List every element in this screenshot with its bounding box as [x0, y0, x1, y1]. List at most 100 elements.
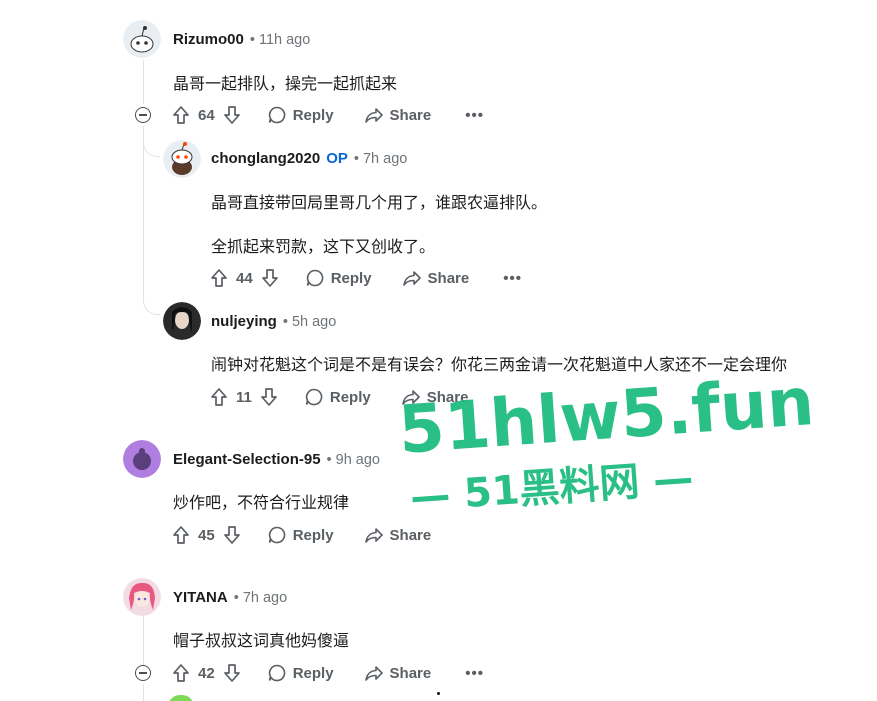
vote-count: 64	[198, 106, 215, 124]
thread-line	[143, 684, 144, 701]
comment-actions: 44 Reply Share •••	[210, 266, 522, 290]
upvote-arrow-icon	[173, 664, 189, 682]
share-button[interactable]: Share	[364, 105, 432, 125]
user-photo-avatar-icon	[163, 302, 201, 340]
share-label: Share	[389, 664, 432, 682]
timestamp[interactable]: • 7h ago	[234, 590, 287, 606]
share-button[interactable]: Share	[364, 525, 432, 545]
share-arrow-icon	[364, 108, 383, 123]
downvote-arrow-icon	[223, 106, 240, 124]
vote-count: 45	[198, 526, 215, 544]
comment-body: 闹钟对花魁这个词是不是有误会？你花三两金请一次花魁道中人家还不一定会理你	[211, 357, 788, 374]
comment-body: 炒作吧，不符合行业规律	[173, 495, 350, 512]
thread-elbow	[143, 140, 160, 157]
reply-button[interactable]: Reply	[304, 387, 371, 407]
comment-bubble-icon	[305, 388, 323, 406]
timestamp[interactable]: • 9h ago	[327, 452, 380, 468]
share-arrow-icon	[401, 390, 420, 405]
downvote-button[interactable]	[223, 525, 241, 545]
avatar[interactable]	[123, 578, 161, 616]
snoo-avatar-icon	[123, 20, 161, 58]
collapse-thread-button[interactable]	[135, 665, 151, 681]
reply-label: Reply	[330, 269, 372, 287]
reply-button[interactable]: Reply	[305, 268, 372, 288]
comment-bubble-icon	[268, 664, 285, 682]
upvote-arrow-icon	[211, 269, 227, 287]
upvote-button[interactable]	[172, 525, 190, 545]
avatar[interactable]	[123, 20, 161, 58]
reply-label: Reply	[292, 526, 334, 544]
share-label: Share	[389, 526, 432, 544]
reply-label: Reply	[292, 664, 334, 682]
reply-label: Reply	[292, 106, 334, 124]
avatar[interactable]	[163, 140, 201, 178]
more-options-button[interactable]: •••	[503, 270, 522, 287]
share-label: Share	[389, 106, 432, 124]
vote-count: 44	[236, 269, 253, 287]
comment-body: 帽子叔叔这词真他妈傻逼	[173, 633, 350, 650]
share-label: Share	[427, 269, 470, 287]
comment-actions: 11 Reply Share	[210, 385, 468, 409]
timestamp[interactable]: • 7h ago	[354, 151, 407, 167]
share-button[interactable]: Share	[364, 663, 432, 683]
comment-author-line: Rizumo00 • 11h ago	[173, 31, 310, 48]
comment-actions: 45 Reply Share	[172, 523, 431, 547]
share-arrow-icon	[402, 271, 421, 286]
share-label: Share	[426, 388, 469, 406]
comment-bubble-icon	[268, 106, 285, 124]
upvote-button[interactable]	[210, 387, 228, 407]
share-button[interactable]: Share	[402, 268, 470, 288]
downvote-button[interactable]	[261, 268, 279, 288]
share-button[interactable]: Share	[401, 387, 469, 407]
avatar[interactable]	[163, 302, 201, 340]
comment-body: 晶哥一起排队，操完一起抓起来	[173, 76, 398, 93]
page-indicator-dot	[437, 692, 440, 695]
comment-thread: Rizumo00 • 11h ago 晶哥一起排队，操完一起抓起来 64 Repl…	[0, 0, 877, 701]
collapse-thread-button[interactable]	[135, 107, 151, 123]
upvote-arrow-icon	[173, 106, 189, 124]
reply-button[interactable]: Reply	[267, 525, 334, 545]
downvote-arrow-icon	[261, 269, 278, 287]
reply-button[interactable]: Reply	[267, 663, 334, 683]
avatar[interactable]	[123, 440, 161, 478]
thread-line	[143, 126, 144, 298]
share-arrow-icon	[364, 528, 383, 543]
vote-count: 42	[198, 664, 215, 682]
downvote-button[interactable]	[223, 105, 241, 125]
upvote-button[interactable]	[172, 105, 190, 125]
timestamp[interactable]: • 5h ago	[283, 314, 336, 330]
comment-author-line: Elegant-Selection-95 • 9h ago	[173, 451, 380, 468]
upvote-button[interactable]	[172, 663, 190, 683]
watermark-domain: 51hlw5.fun	[396, 362, 817, 469]
next-avatar-partial	[168, 695, 194, 701]
more-options-button[interactable]: •••	[465, 107, 484, 124]
upvote-button[interactable]	[210, 268, 228, 288]
more-options-button[interactable]: •••	[465, 665, 484, 682]
thread-line	[143, 60, 144, 104]
user-photo-avatar-icon	[123, 578, 161, 616]
comment-author-line: nuljeying • 5h ago	[211, 313, 336, 330]
author-name[interactable]: YITANA	[173, 589, 228, 606]
downvote-button[interactable]	[260, 387, 278, 407]
vote-count: 11	[236, 388, 252, 406]
watermark-site-name: — 51黑料网 —	[408, 455, 695, 521]
author-name[interactable]: nuljeying	[211, 313, 277, 330]
author-name[interactable]: Rizumo00	[173, 31, 244, 48]
author-name[interactable]: Elegant-Selection-95	[173, 451, 321, 468]
upvote-arrow-icon	[173, 526, 189, 544]
author-name[interactable]: chonglang2020	[211, 150, 320, 167]
comment-body: 全抓起来罚款，这下又创收了。	[211, 239, 436, 256]
comment-author-line: YITANA • 7h ago	[173, 589, 287, 606]
comment-bubble-icon	[306, 269, 323, 287]
comment-actions: 42 Reply Share •••	[172, 661, 484, 685]
snoo-avatar-icon	[123, 440, 161, 478]
thread-elbow	[143, 298, 160, 315]
reply-button[interactable]: Reply	[267, 105, 334, 125]
op-badge: OP	[326, 150, 348, 167]
downvote-arrow-icon	[223, 664, 240, 682]
comment-bubble-icon	[268, 526, 285, 544]
comment-author-line: chonglang2020 OP • 7h ago	[211, 150, 407, 167]
downvote-arrow-icon	[261, 388, 277, 406]
downvote-button[interactable]	[223, 663, 241, 683]
timestamp[interactable]: • 11h ago	[250, 32, 310, 48]
